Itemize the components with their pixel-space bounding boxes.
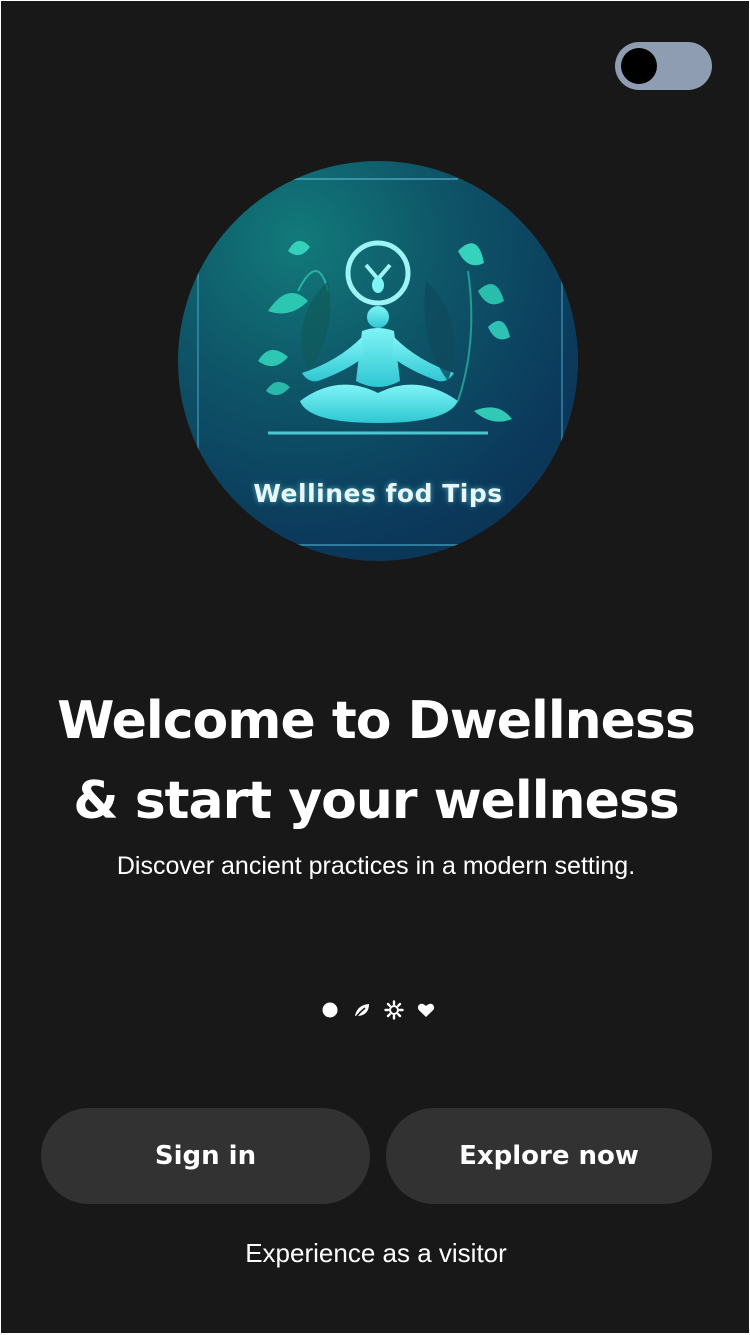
theme-toggle[interactable] — [615, 42, 712, 90]
heart-icon — [417, 1003, 435, 1017]
hero-caption: Wellines fod Tips — [253, 479, 503, 508]
dot-icon — [322, 1002, 338, 1018]
toggle-knob — [621, 48, 657, 84]
hero-image: Wellines fod Tips — [178, 161, 578, 561]
pager-dot-1[interactable] — [319, 999, 341, 1021]
leaf-icon — [355, 1004, 369, 1018]
welcome-headline: Welcome to Dwellness & start your wellne… — [1, 681, 749, 841]
headline-line-2: & start your wellness — [73, 771, 679, 831]
explore-now-button[interactable]: Explore now — [386, 1108, 712, 1204]
visitor-link[interactable]: Experience as a visitor — [1, 1238, 749, 1269]
sign-in-button[interactable]: Sign in — [41, 1108, 370, 1204]
headline-line-1: Welcome to Dwellness — [57, 691, 696, 751]
sun-icon — [384, 1000, 404, 1020]
pager-dot-3[interactable] — [383, 999, 405, 1021]
onboarding-pager — [319, 999, 439, 1021]
welcome-screen: Wellines fod Tips Welcome to Dwellness &… — [1, 1, 749, 1333]
pager-dot-4[interactable] — [415, 999, 437, 1021]
welcome-subtitle: Discover ancient practices in a modern s… — [116, 852, 636, 880]
pager-dot-2[interactable] — [351, 999, 373, 1021]
